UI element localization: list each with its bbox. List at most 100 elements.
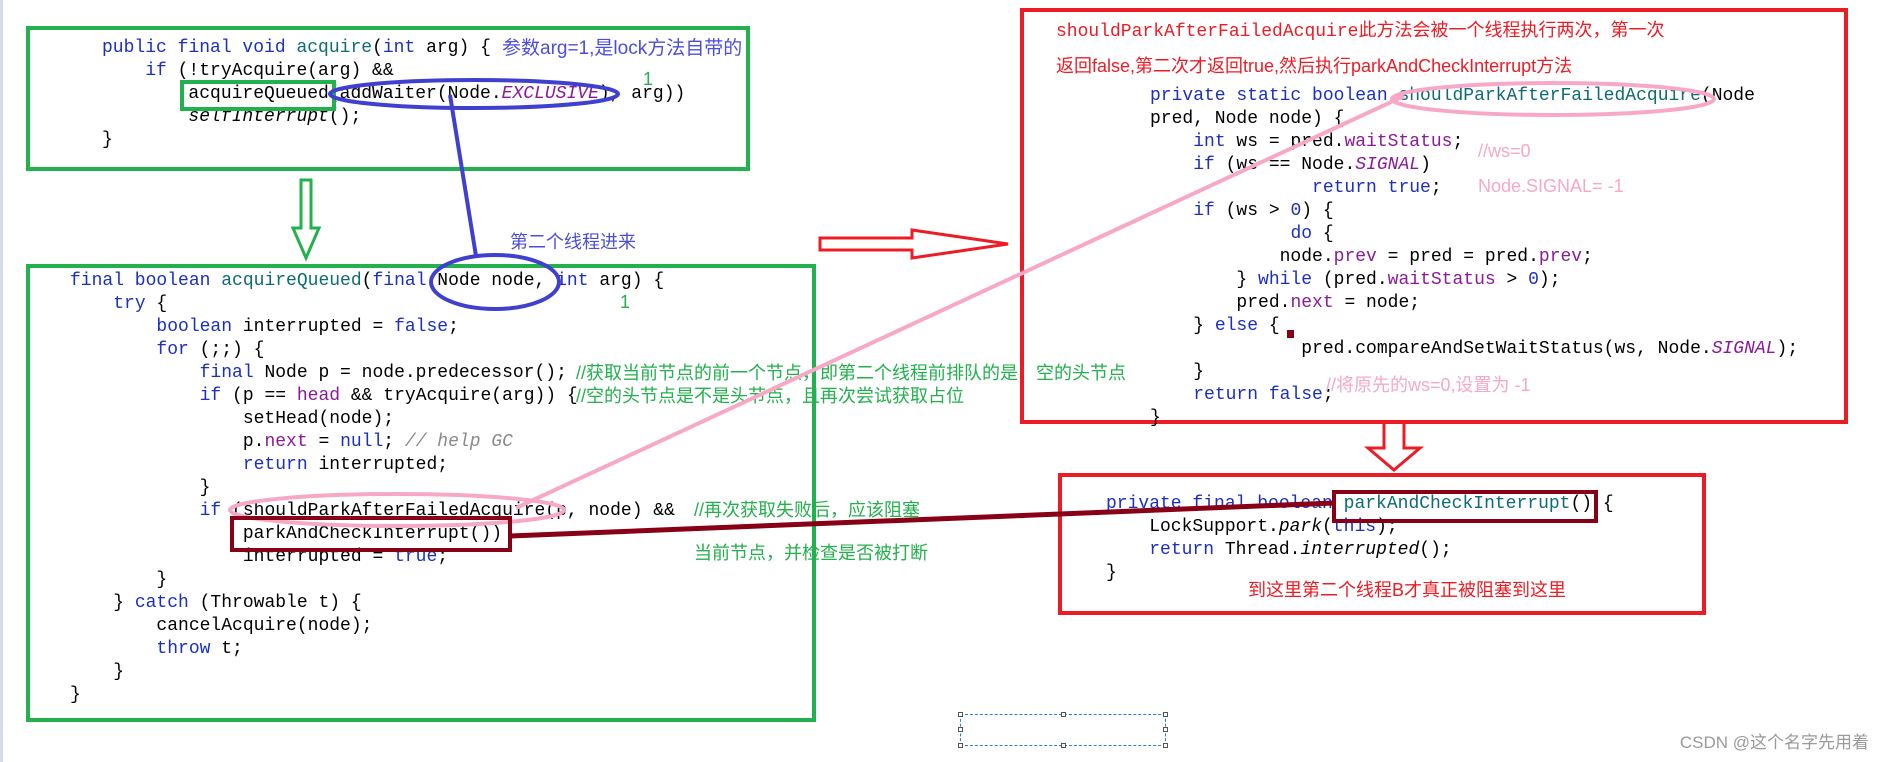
code-token: SIGNAL <box>1355 155 1421 175</box>
right-arrow-red <box>818 228 1009 260</box>
code-token: } <box>102 130 113 150</box>
code-token: () { <box>1570 494 1614 514</box>
code-line: pred.next = node; <box>1150 292 1798 315</box>
code-line: } catch (Throwable t) { <box>70 592 675 615</box>
code-token: pred, Node node) { <box>1150 109 1345 129</box>
code-token: && tryAcquire(arg)) { <box>340 386 578 406</box>
code-line: selfInterrupt(); <box>102 106 685 129</box>
code-token: SIGNAL <box>1711 339 1777 359</box>
code-line: throw t; <box>70 638 675 661</box>
code-line: return Thread.interrupted(); <box>1106 539 1614 562</box>
resize-handle[interactable] <box>1163 743 1168 748</box>
code-token: Thread. <box>1214 540 1301 560</box>
code-token: interrupted <box>1300 540 1420 560</box>
resize-handle[interactable] <box>958 743 963 748</box>
code-token: return true <box>1312 178 1431 198</box>
resize-handle[interactable] <box>1163 712 1168 717</box>
code-line: } <box>70 569 675 592</box>
code-token: if <box>199 501 222 521</box>
code-token: } <box>1106 563 1117 583</box>
code-token: (;;) { <box>188 340 265 360</box>
code-token: acquire <box>296 38 373 58</box>
code-token: waitStatus <box>1344 132 1453 152</box>
comment-head: //空的头节点是不是头节点，且再次尝试获取占位 <box>576 386 964 406</box>
code-token: } <box>70 685 81 705</box>
code-token: park <box>1278 517 1323 537</box>
code-token: } <box>70 593 135 613</box>
code-token: ) { <box>1301 201 1334 221</box>
code-token: interrupted = <box>70 547 395 567</box>
code-token: final boolean <box>70 271 222 291</box>
heading-rest: 此方法会被一个线程执行两次，第一次 <box>1358 20 1665 40</box>
code-line: int ws = pred.waitStatus; <box>1150 131 1798 154</box>
code-line: } <box>70 661 675 684</box>
code-token: ; <box>1582 247 1593 267</box>
selection-box[interactable] <box>958 712 1168 748</box>
resize-handle[interactable] <box>958 712 963 717</box>
code-token: ( <box>361 271 373 291</box>
code-line: return interrupted; <box>70 454 675 477</box>
code-token: next <box>264 432 308 452</box>
code-token: } <box>1150 362 1205 382</box>
code-token: (); <box>328 107 362 127</box>
code-token: acquireQueued(addWaiter(Node. <box>102 84 502 104</box>
code-token: do <box>1290 224 1313 244</box>
code-line: acquireQueued(addWaiter(Node.EXCLUSIVE),… <box>102 83 685 106</box>
note-blocked: 到这里第二个线程B才真正被阻塞到这里 <box>1248 580 1567 600</box>
code-token: return <box>242 455 308 475</box>
code-line: } while (pred.waitStatus > 0); <box>1150 269 1798 292</box>
code-token: ); <box>1376 517 1398 537</box>
code-token: Node p = node.predecessor(); <box>253 363 567 383</box>
code-token: p. <box>70 432 265 452</box>
resize-handle[interactable] <box>958 727 963 732</box>
code-token: } <box>1150 408 1161 428</box>
code-token: catch <box>134 593 189 613</box>
code-token: true <box>394 547 438 567</box>
code-token: { <box>1258 316 1280 336</box>
code-token: int <box>556 271 589 291</box>
code-token: { <box>145 294 168 314</box>
code-token: while <box>1258 270 1313 290</box>
code-token: public final void <box>102 38 297 58</box>
code-token: parkAndCheckInterrupt <box>1343 494 1571 514</box>
code-token: 0 <box>1290 201 1302 221</box>
resize-handle[interactable] <box>1163 727 1168 732</box>
code-token: ; <box>383 432 405 452</box>
code-token: 0 <box>1528 270 1539 290</box>
code-token: // help GC <box>404 432 513 452</box>
code-line: interrupted = true; <box>70 546 675 569</box>
code-line: pred.compareAndSetWaitStatus(ws, Node.SI… <box>1150 338 1798 361</box>
code-token: setHead(node); <box>70 409 395 429</box>
code-token: final <box>199 363 254 383</box>
comment-block-2: 当前节点，并检查是否被打断 <box>694 543 928 563</box>
code-line: private final boolean parkAndCheckInterr… <box>1106 493 1614 516</box>
code-token: } <box>1150 270 1259 290</box>
resize-handle[interactable] <box>1061 743 1066 748</box>
heading-method: shouldParkAfterFailedAcquire <box>1056 22 1359 42</box>
code-line: } <box>1150 407 1798 430</box>
code-token: final <box>372 271 427 291</box>
code-token: next <box>1290 293 1334 313</box>
code-token: (!tryAcquire(arg) && <box>166 61 394 81</box>
code-token: } <box>70 662 125 682</box>
code-token: t; <box>210 639 243 659</box>
code-token: { <box>1312 224 1334 244</box>
note-one-2: 1 <box>620 292 631 312</box>
code-token: null <box>340 432 384 452</box>
code-token: ; <box>437 547 449 567</box>
code-token: } <box>70 570 168 590</box>
resize-handle[interactable] <box>1061 712 1066 717</box>
code-token: LockSupport. <box>1106 517 1279 537</box>
code-token: try <box>113 294 146 314</box>
code-token: parkAndCheckInterrupt()) <box>70 524 503 544</box>
code-token: ( <box>1322 517 1333 537</box>
window-edge <box>0 0 3 762</box>
